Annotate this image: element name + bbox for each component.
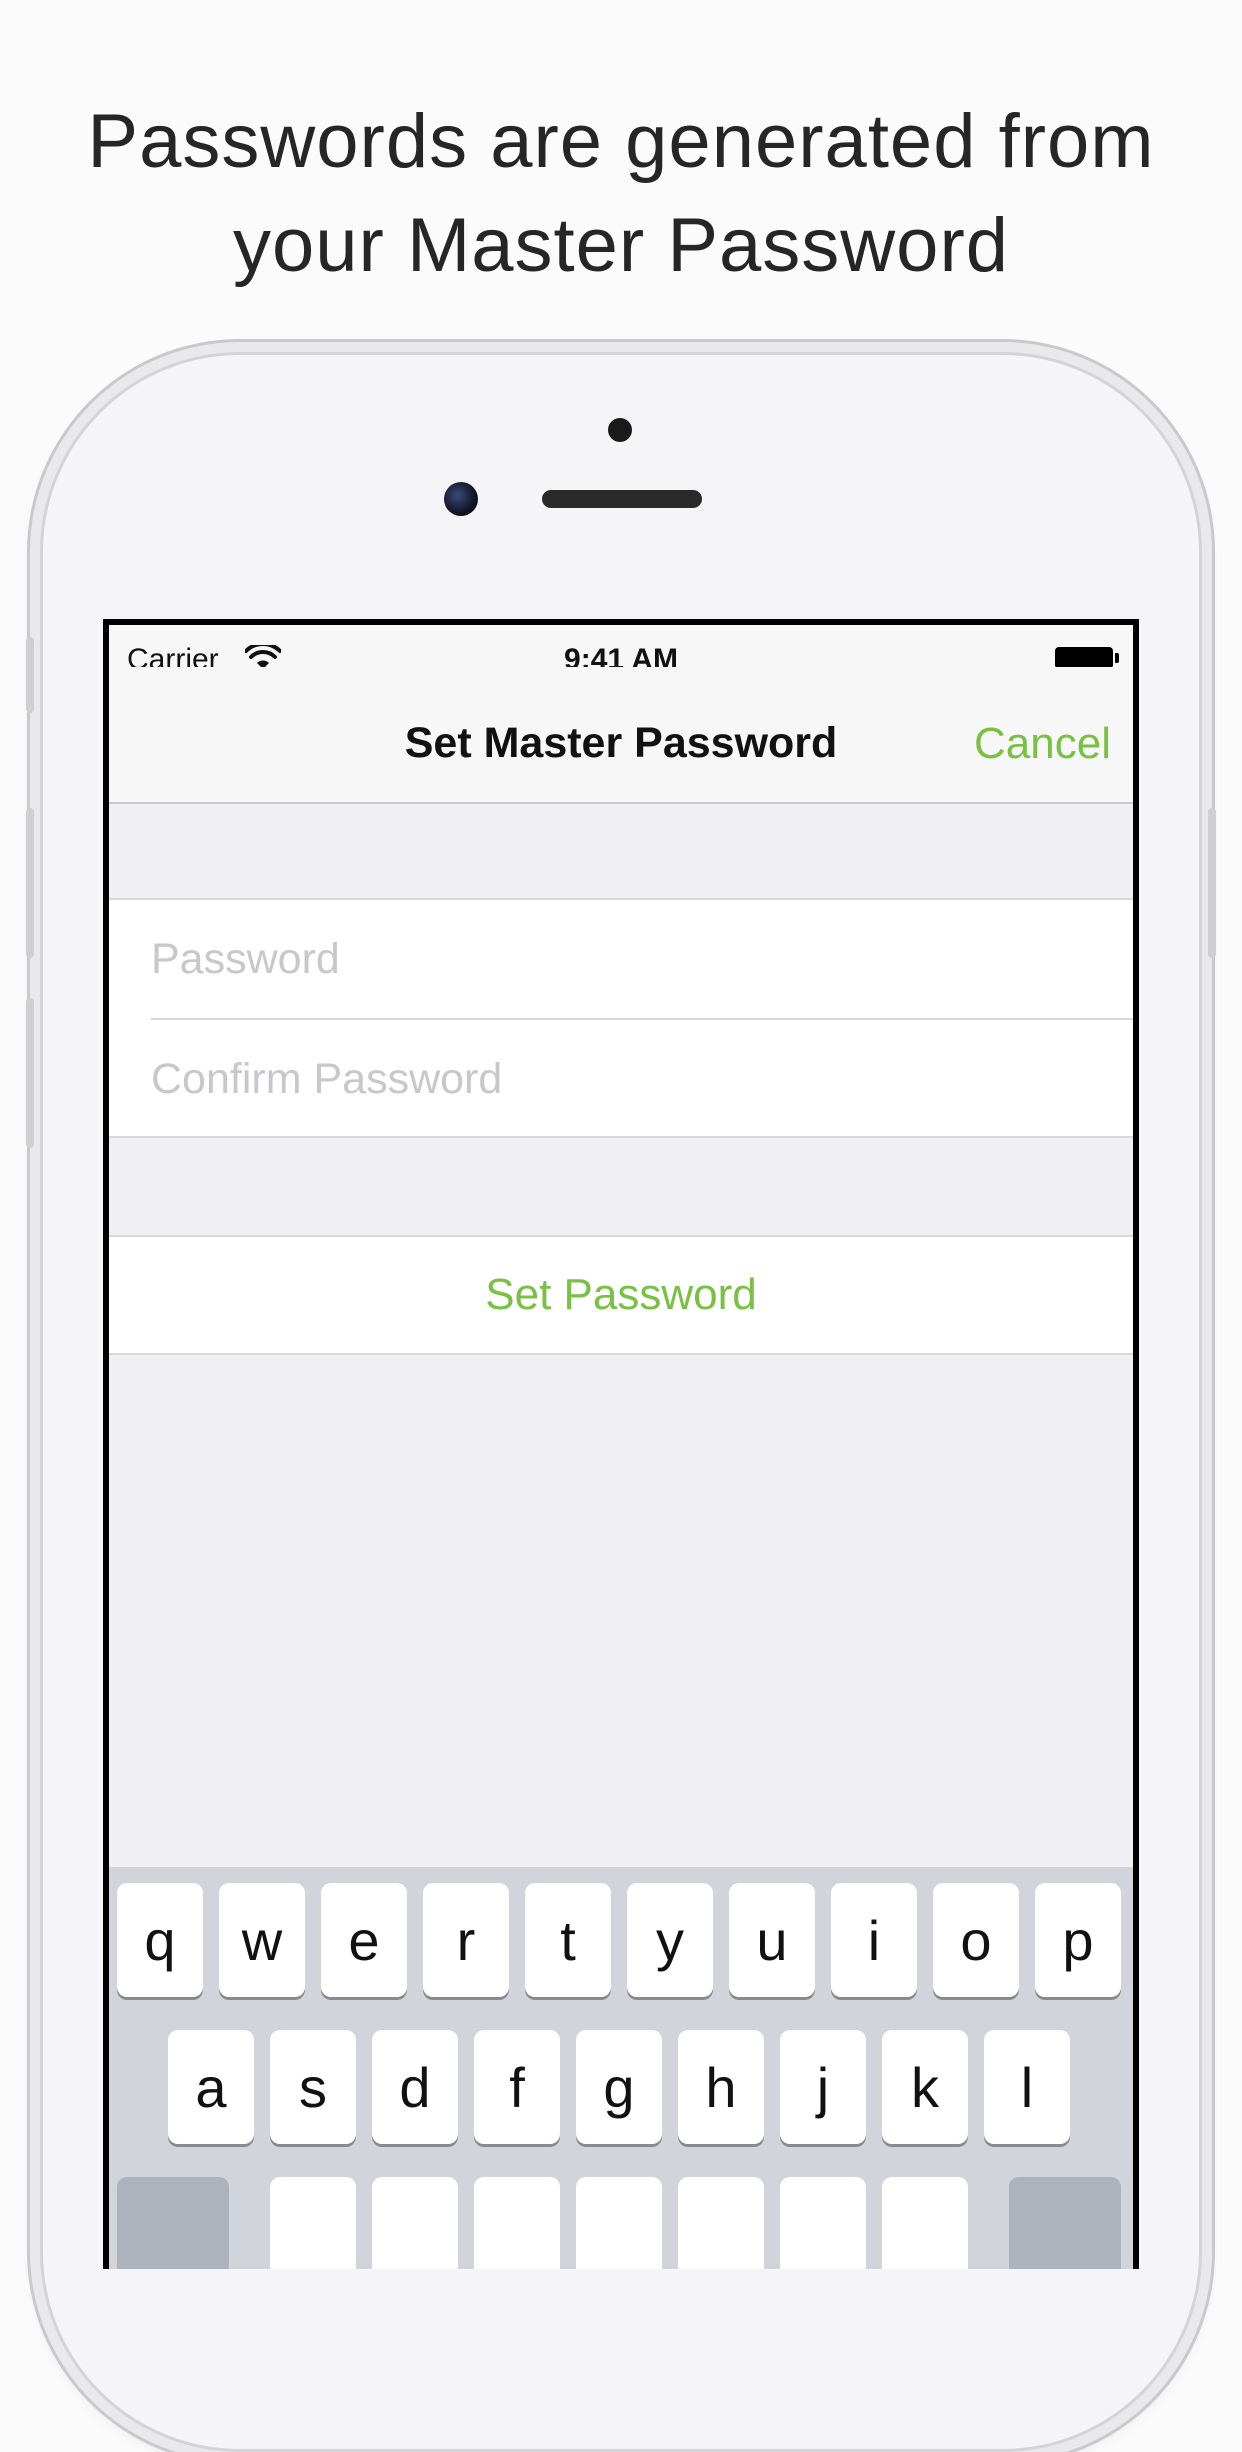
key-y[interactable]: y <box>627 1883 713 1997</box>
password-field-row <box>151 900 1133 1020</box>
password-input[interactable] <box>151 900 1133 1018</box>
headline-line-2: your Master Password <box>232 203 1010 288</box>
confirm-password-field-row <box>151 1020 1133 1138</box>
key-u[interactable]: u <box>729 1883 815 1997</box>
phone-screen: Carrier 9:41 AM Set Master Password Canc… <box>103 619 1139 2269</box>
battery-full-icon <box>1055 647 1119 669</box>
keyboard-row-2: a s d f g h j k l <box>109 2030 1133 2144</box>
key-v[interactable] <box>576 2177 662 2269</box>
key-m[interactable] <box>882 2177 968 2269</box>
key-x[interactable] <box>372 2177 458 2269</box>
set-password-button[interactable]: Set Password <box>109 1237 1133 1353</box>
navigation-bar: Set Master Password Cancel <box>109 667 1133 804</box>
status-bar: Carrier 9:41 AM <box>109 625 1133 676</box>
key-r[interactable]: r <box>423 1883 509 1997</box>
headline-line-1: Passwords are generated from <box>87 99 1155 184</box>
key-p[interactable]: p <box>1035 1883 1121 1997</box>
volume-down-button <box>26 998 34 1148</box>
keyboard-row-3 <box>109 2177 1133 2269</box>
key-i[interactable]: i <box>831 1883 917 1997</box>
marketing-headline: Passwords are generated from your Master… <box>0 90 1242 298</box>
confirm-password-input[interactable] <box>151 1020 1133 1138</box>
onscreen-keyboard: q w e r t y u i o p a s d f g h j k l <box>109 1867 1133 2269</box>
key-d[interactable]: d <box>372 2030 458 2144</box>
key-w[interactable]: w <box>219 1883 305 1997</box>
cancel-button[interactable]: Cancel <box>974 719 1111 769</box>
key-g[interactable]: g <box>576 2030 662 2144</box>
volume-up-button <box>26 808 34 958</box>
key-q[interactable]: q <box>117 1883 203 1997</box>
key-c[interactable] <box>474 2177 560 2269</box>
key-j[interactable]: j <box>780 2030 866 2144</box>
key-o[interactable]: o <box>933 1883 1019 1997</box>
front-camera <box>444 482 478 516</box>
submit-group: Set Password <box>109 1235 1133 1355</box>
delete-key[interactable] <box>1009 2177 1121 2269</box>
key-a[interactable]: a <box>168 2030 254 2144</box>
mute-switch <box>26 637 34 713</box>
key-b[interactable] <box>678 2177 764 2269</box>
key-h[interactable]: h <box>678 2030 764 2144</box>
key-z[interactable] <box>270 2177 356 2269</box>
proximity-sensor <box>608 418 632 442</box>
key-f[interactable]: f <box>474 2030 560 2144</box>
shift-key[interactable] <box>117 2177 229 2269</box>
app-view: Carrier 9:41 AM Set Master Password Canc… <box>109 625 1133 2269</box>
key-l[interactable]: l <box>984 2030 1070 2144</box>
password-fields-group <box>109 898 1133 1138</box>
key-n[interactable] <box>780 2177 866 2269</box>
key-k[interactable]: k <box>882 2030 968 2144</box>
earpiece-speaker <box>542 490 702 508</box>
key-e[interactable]: e <box>321 1883 407 1997</box>
key-s[interactable]: s <box>270 2030 356 2144</box>
power-button <box>1208 808 1216 958</box>
key-t[interactable]: t <box>525 1883 611 1997</box>
keyboard-row-1: q w e r t y u i o p <box>109 1883 1133 1997</box>
